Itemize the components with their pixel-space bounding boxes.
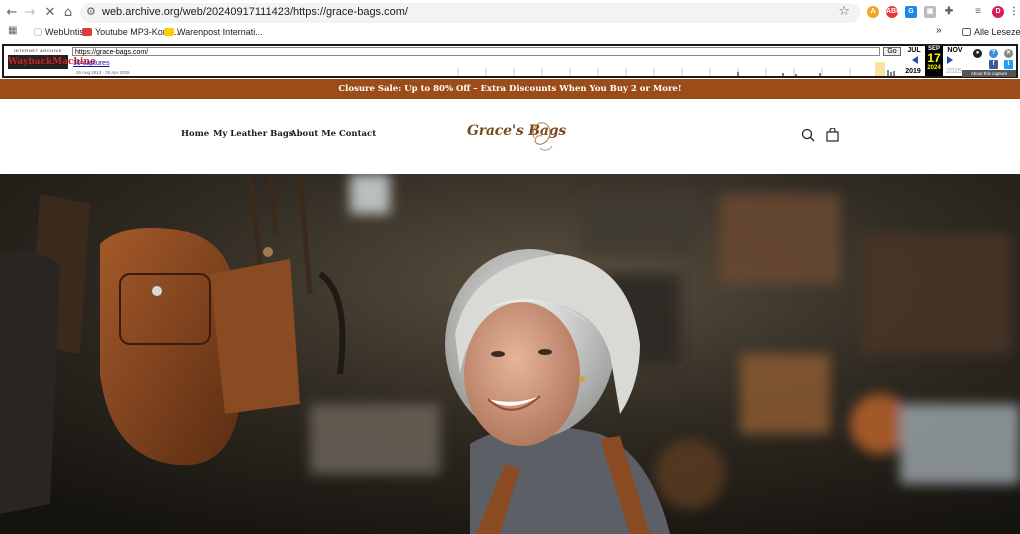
search-icon[interactable]	[801, 128, 815, 142]
wayback-close-icon[interactable]: ✕	[1004, 49, 1013, 58]
site-info-icon[interactable]: ⚙	[86, 5, 96, 18]
bookmarks-bar: ▦ WebUntis Youtube MP3-Konv... Warenpost…	[0, 24, 1020, 42]
announcement-bar[interactable]: Closure Sale: Up to 80% Off – Extra Disc…	[0, 79, 1020, 99]
folder-icon	[962, 28, 971, 36]
logo-swirl-icon	[532, 122, 553, 151]
bookmark-star-icon[interactable]: ☆	[838, 4, 850, 19]
sparkline-ticks	[457, 68, 879, 76]
dhl-icon	[164, 28, 174, 36]
bookmark-webuntis[interactable]: WebUntis	[34, 27, 84, 37]
all-bookmarks[interactable]: Alle Lesezeichen	[962, 27, 1020, 37]
apps-grid-icon[interactable]: ▦	[8, 25, 17, 36]
wayback-prev-year[interactable]: 2019	[903, 68, 923, 75]
cart-bag-icon[interactable]	[826, 128, 839, 142]
forward-icon[interactable]: →	[22, 5, 38, 21]
wayback-account-icon[interactable]: ●	[973, 49, 982, 58]
translate-icon[interactable]: G	[905, 6, 917, 18]
wayback-about-capture[interactable]: About this capture	[962, 70, 1016, 77]
nav-my-leather-bags[interactable]: My Leather Bags	[213, 129, 294, 139]
wayback-logo-subtitle: INTERNET ARCHIVE	[13, 48, 63, 53]
sparkline-year-highlight	[875, 62, 885, 76]
wayback-help-icon[interactable]: ?	[989, 49, 998, 58]
wayback-prev-month[interactable]: JUL	[905, 47, 923, 54]
wayback-current-year: 2024	[927, 65, 941, 71]
nav-about-me[interactable]: About Me	[290, 129, 336, 139]
webuntis-icon	[34, 28, 42, 36]
wayback-current-date: SEP 17 2024	[925, 46, 943, 76]
nav-contact[interactable]: Contact	[339, 129, 376, 139]
wayback-url-input[interactable]: https://grace-bags.com/	[72, 47, 880, 56]
wayback-captures-link[interactable]: 30 captures	[73, 60, 110, 67]
wayback-logo-text: WaybackMachine	[8, 55, 96, 69]
sparkline-captures	[737, 70, 895, 76]
hero-image	[0, 174, 1020, 534]
bookmarks-overflow[interactable]: »	[936, 25, 942, 36]
extension-icon[interactable]: ▣	[924, 6, 936, 18]
wayback-next-arrow-icon[interactable]	[947, 56, 953, 64]
wayback-next-year[interactable]: 2025	[944, 68, 964, 75]
menu-icon[interactable]: ⋮	[1008, 6, 1020, 18]
wayback-current-day: 17	[927, 51, 941, 65]
wayback-prev-arrow-icon[interactable]	[912, 56, 918, 64]
nav-home[interactable]: Home	[181, 129, 209, 139]
facebook-icon[interactable]: f	[989, 60, 998, 69]
adblock-icon[interactable]: ABP	[886, 6, 901, 18]
back-icon[interactable]: ←	[4, 5, 20, 21]
wayback-sparkline[interactable]	[448, 60, 904, 76]
address-bar[interactable]: ⚙ web.archive.org/web/20240917111423/htt…	[80, 3, 860, 23]
puzzle-icon[interactable]: ✚	[943, 6, 955, 18]
wayback-next-month[interactable]: NOV	[945, 47, 965, 54]
site-header: Home My Leather Bags About Me Contact Gr…	[0, 99, 1020, 175]
profile-avatar[interactable]: D	[992, 6, 1004, 18]
wayback-toolbar: INTERNET ARCHIVE WaybackMachine https://…	[2, 44, 1018, 78]
browser-chrome: ← → ✕ ⌂ ⚙ web.archive.org/web/2024091711…	[0, 0, 1020, 44]
wayback-logo[interactable]: INTERNET ARCHIVE WaybackMachine	[8, 48, 96, 76]
hero-photo-leather-workshop	[0, 174, 1020, 534]
twitter-icon[interactable]: t	[1004, 60, 1013, 69]
address-bar-url[interactable]: web.archive.org/web/20240917111423/https…	[102, 6, 408, 18]
wayback-go-button[interactable]: Go	[883, 47, 901, 56]
home-icon[interactable]: ⌂	[60, 5, 76, 21]
bookmark-warenpost[interactable]: Warenpost Internati...	[164, 27, 263, 37]
downloads-icon[interactable]: ≡	[972, 6, 984, 18]
wayback-date-range: 26 Aug 2013 - 20 Apr 2025	[76, 70, 130, 75]
youtube-icon	[82, 28, 92, 36]
extension-a-icon[interactable]: A	[867, 6, 879, 18]
stop-loading-icon[interactable]: ✕	[42, 5, 58, 21]
